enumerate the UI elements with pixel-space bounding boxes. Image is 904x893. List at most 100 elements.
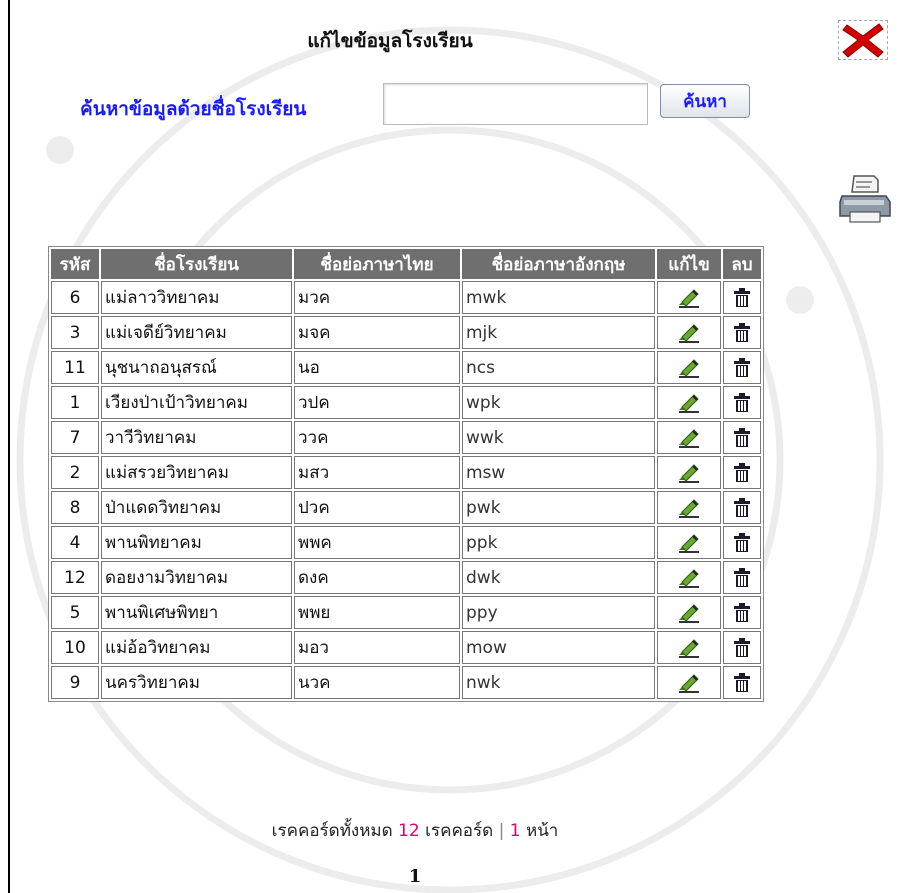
edit-button[interactable] <box>657 666 721 699</box>
cell-thai-abbr: นวค <box>294 666 460 699</box>
cell-english-abbr: ppk <box>462 526 655 559</box>
delete-button[interactable] <box>723 491 761 524</box>
edit-pencil-icon <box>679 393 699 413</box>
edit-pencil-icon <box>679 603 699 623</box>
edit-pencil-icon <box>679 533 699 553</box>
cell-thai-abbr: มสว <box>294 456 460 489</box>
trash-icon <box>734 532 750 552</box>
cell-school-name: นุชนาถอนุสรณ์ <box>101 351 292 384</box>
cell-thai-abbr: ปวค <box>294 491 460 524</box>
cell-code: 11 <box>51 351 99 384</box>
table-row: 8 ป่าแดดวิทยาคม ปวค pwk <box>51 491 761 524</box>
table-row: 1 เวียงป่าเป้าวิทยาคม วปค wpk <box>51 386 761 419</box>
trash-icon <box>734 567 750 587</box>
cell-thai-abbr: มวค <box>294 281 460 314</box>
edit-pencil-icon <box>679 463 699 483</box>
summary-prefix: เรคคอร์ดทั้งหมด <box>271 821 393 841</box>
cell-thai-abbr: ดงค <box>294 561 460 594</box>
close-button[interactable] <box>838 20 888 60</box>
cell-english-abbr: mow <box>462 631 655 664</box>
left-frame-border <box>8 0 10 893</box>
table-header-row: รหัส ชื่อโรงเรียน ชื่อย่อภาษาไทย ชื่อย่อ… <box>51 249 761 279</box>
cell-code: 12 <box>51 561 99 594</box>
cell-school-name: วาวีวิทยาคม <box>101 421 292 454</box>
cell-code: 10 <box>51 631 99 664</box>
cell-english-abbr: mwk <box>462 281 655 314</box>
printer-icon <box>839 175 891 223</box>
delete-button[interactable] <box>723 631 761 664</box>
trash-icon <box>734 637 750 657</box>
cell-english-abbr: msw <box>462 456 655 489</box>
record-summary: เรคคอร์ดทั้งหมด 12 เรคคอร์ด | 1 หน้า <box>0 817 830 844</box>
trash-icon <box>734 357 750 377</box>
trash-icon <box>734 602 750 622</box>
edit-button[interactable] <box>657 316 721 349</box>
edit-pencil-icon <box>679 358 699 378</box>
cell-thai-abbr: มอว <box>294 631 460 664</box>
delete-button[interactable] <box>723 561 761 594</box>
cell-code: 1 <box>51 386 99 419</box>
cell-code: 2 <box>51 456 99 489</box>
table-row: 10 แม่อ้อวิทยาคม มอว mow <box>51 631 761 664</box>
cell-english-abbr: ppy <box>462 596 655 629</box>
cell-thai-abbr: พพย <box>294 596 460 629</box>
delete-button[interactable] <box>723 666 761 699</box>
edit-button[interactable] <box>657 631 721 664</box>
page-number-current[interactable]: 1 <box>409 866 422 887</box>
cell-thai-abbr: ววค <box>294 421 460 454</box>
cell-thai-abbr: มจค <box>294 316 460 349</box>
total-records: 12 <box>398 821 420 841</box>
cell-code: 8 <box>51 491 99 524</box>
search-button[interactable]: ค้นหา <box>660 84 750 118</box>
cell-english-abbr: nwk <box>462 666 655 699</box>
edit-pencil-icon <box>679 288 699 308</box>
delete-button[interactable] <box>723 351 761 384</box>
delete-button[interactable] <box>723 421 761 454</box>
table-row: 9 นครวิทยาคม นวค nwk <box>51 666 761 699</box>
cell-school-name: แม่อ้อวิทยาคม <box>101 631 292 664</box>
trash-icon <box>734 392 750 412</box>
delete-button[interactable] <box>723 456 761 489</box>
delete-button[interactable] <box>723 281 761 314</box>
edit-button[interactable] <box>657 421 721 454</box>
delete-button[interactable] <box>723 386 761 419</box>
delete-button[interactable] <box>723 526 761 559</box>
cell-school-name: พานพิเศษพิทยา <box>101 596 292 629</box>
cell-code: 9 <box>51 666 99 699</box>
cell-school-name: แม่สรวยวิทยาคม <box>101 456 292 489</box>
cell-school-name: แม่เจดีย์วิทยาคม <box>101 316 292 349</box>
close-x-icon <box>842 23 884 58</box>
delete-button[interactable] <box>723 316 761 349</box>
cell-english-abbr: pwk <box>462 491 655 524</box>
cell-code: 3 <box>51 316 99 349</box>
print-button[interactable] <box>838 172 892 226</box>
edit-button[interactable] <box>657 561 721 594</box>
cell-school-name: ป่าแดดวิทยาคม <box>101 491 292 524</box>
edit-button[interactable] <box>657 386 721 419</box>
summary-separator: | <box>498 821 505 841</box>
table-row: 7 วาวีวิทยาคม ววค wwk <box>51 421 761 454</box>
table-row: 6 แม่ลาววิทยาคม มวค mwk <box>51 281 761 314</box>
edit-button[interactable] <box>657 491 721 524</box>
school-name-search-input[interactable] <box>383 83 648 125</box>
search-label: ค้นหาข้อมูลด้วยชื่อโรงเรียน <box>80 98 307 120</box>
edit-pencil-icon <box>679 568 699 588</box>
cell-school-name: นครวิทยาคม <box>101 666 292 699</box>
edit-button[interactable] <box>657 351 721 384</box>
cell-thai-abbr: นอ <box>294 351 460 384</box>
edit-button[interactable] <box>657 456 721 489</box>
edit-pencil-icon <box>679 673 699 693</box>
cell-english-abbr: wwk <box>462 421 655 454</box>
column-header-thai-abbr: ชื่อย่อภาษาไทย <box>294 249 460 279</box>
edit-button[interactable] <box>657 281 721 314</box>
table-body: 6 แม่ลาววิทยาคม มวค mwk 3 แม่เจดีย์วิทยาคม มจค… <box>51 281 761 699</box>
cell-school-name: เวียงป่าเป้าวิทยาคม <box>101 386 292 419</box>
edit-button[interactable] <box>657 596 721 629</box>
table-row: 2 แม่สรวยวิทยาคม มสว msw <box>51 456 761 489</box>
table-row: 5 พานพิเศษพิทยา พพย ppy <box>51 596 761 629</box>
edit-pencil-icon <box>679 428 699 448</box>
edit-button[interactable] <box>657 526 721 559</box>
trash-icon <box>734 322 750 342</box>
delete-button[interactable] <box>723 596 761 629</box>
cell-english-abbr: mjk <box>462 316 655 349</box>
